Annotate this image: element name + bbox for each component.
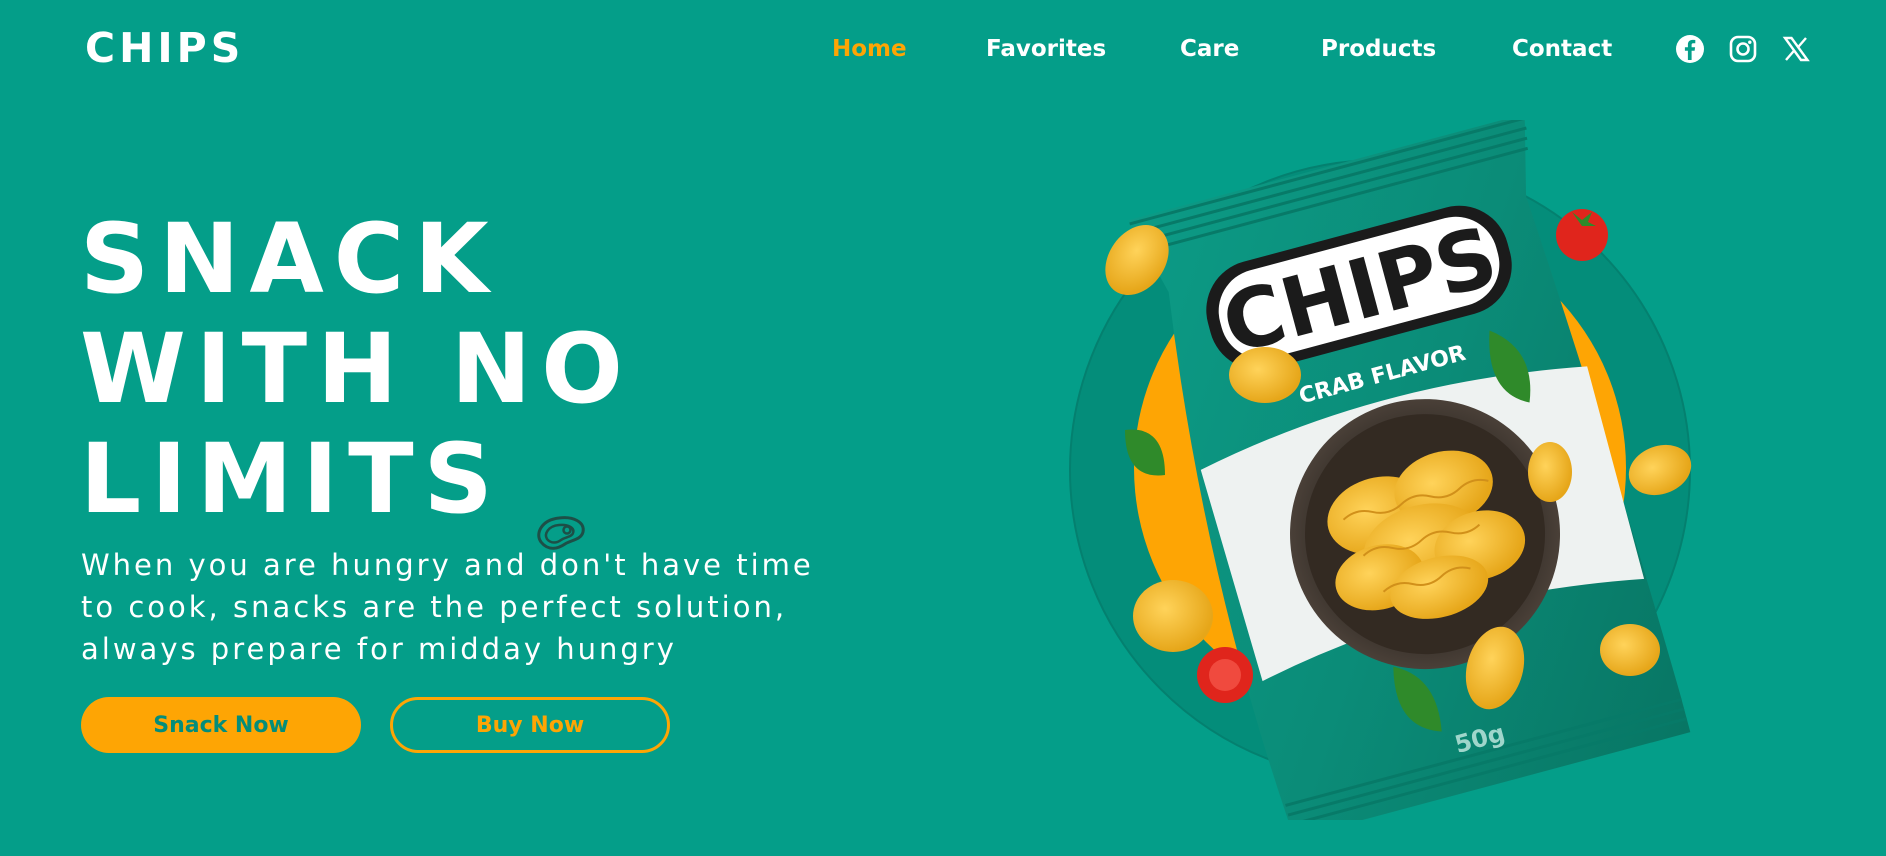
facebook-icon[interactable]	[1674, 33, 1706, 65]
nav-item-products[interactable]: Products	[1321, 36, 1436, 62]
hero-headline: SNACK WITH NO LIMITS	[80, 203, 633, 550]
x-icon[interactable]	[1780, 33, 1812, 65]
snack-now-button[interactable]: Snack Now	[81, 697, 361, 753]
headline-line-3: LIMITS	[80, 423, 503, 535]
hero-description: When you are hungry and don't have time …	[81, 548, 814, 666]
buy-now-button[interactable]: Buy Now	[390, 697, 670, 753]
nav-item-home[interactable]: Home	[832, 36, 907, 62]
headline-line-2: WITH NO	[80, 313, 633, 425]
main-nav: Home Favorites Care Products Contact	[0, 36, 1886, 66]
chips-package-illustration: CHIPS CRAB FLAVOR 50g	[1055, 113, 1755, 839]
headline-line-3-wrap: LIMITS	[80, 423, 633, 550]
nav-item-favorites[interactable]: Favorites	[986, 36, 1106, 62]
steak-icon	[533, 466, 589, 550]
nav-item-contact[interactable]: Contact	[1512, 36, 1612, 62]
tomato	[1556, 209, 1608, 261]
instagram-icon[interactable]	[1727, 33, 1759, 65]
nav-item-care[interactable]: Care	[1180, 36, 1239, 62]
headline-line-1: SNACK	[80, 203, 499, 315]
